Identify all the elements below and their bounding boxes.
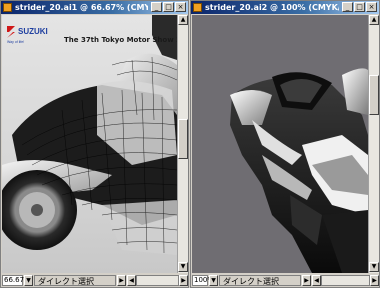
artboard-canvas[interactable]: SUZUKI Way of life! The 37th Tokyo Motor… [2, 15, 177, 273]
current-tool-label[interactable]: ダイレクト選択 [34, 275, 116, 286]
minimize-button[interactable]: _ [151, 2, 162, 12]
scroll-thumb[interactable] [178, 119, 188, 159]
zoom-dropdown-icon[interactable]: ▼ [24, 275, 33, 286]
status-menu-icon[interactable]: ▶ [117, 275, 126, 286]
suzuki-s-icon: SUZUKI Way of life! [7, 26, 48, 44]
motorcycle-wireframe-artwork [2, 15, 177, 255]
title-bar[interactable]: strider_20.ai2 @ 100% (CMYK/プレビュー... _ □… [191, 1, 379, 14]
scroll-up-icon[interactable]: ▲ [369, 15, 379, 25]
status-menu-icon[interactable]: ▶ [302, 275, 311, 286]
logo-tagline: Way of life! [7, 40, 24, 44]
logo-brand: SUZUKI [18, 27, 48, 36]
document-window-outline: strider_20.ai1 @ 66.67% (CMYK/アウトライ... _… [0, 0, 189, 288]
scroll-right-icon[interactable]: ▶ [370, 275, 379, 286]
horizontal-scrollbar[interactable] [136, 275, 179, 286]
illustrator-doc-icon [3, 3, 12, 12]
zoom-field[interactable]: 66.67% [2, 275, 31, 286]
horizontal-scrollbar[interactable] [321, 275, 370, 286]
artboard-canvas[interactable] [192, 15, 368, 273]
scroll-up-icon[interactable]: ▲ [178, 15, 188, 25]
scroll-down-icon[interactable]: ▼ [369, 262, 379, 272]
status-bar: 100% ▼ ダイレクト選択 ▶ ◀ ▶ [191, 274, 379, 287]
vertical-scrollbar[interactable]: ▲ ▼ [177, 15, 188, 273]
close-button[interactable]: × [175, 2, 186, 12]
current-tool-label[interactable]: ダイレクト選択 [219, 275, 301, 286]
close-button[interactable]: × [366, 2, 377, 12]
zoom-field[interactable]: 100% [192, 275, 214, 286]
suzuki-logo: SUZUKI Way of life! [5, 24, 55, 50]
zoom-dropdown-icon[interactable]: ▼ [209, 275, 218, 286]
maximize-button[interactable]: □ [163, 2, 174, 12]
status-bar: 66.67% ▼ ダイレクト選択 ▶ ◀ ▶ [1, 274, 188, 287]
window-title: strider_20.ai1 @ 66.67% (CMYK/アウトライ... [15, 3, 148, 12]
scroll-down-icon[interactable]: ▼ [178, 262, 188, 272]
title-bar[interactable]: strider_20.ai1 @ 66.67% (CMYK/アウトライ... _… [1, 1, 188, 14]
document-window-preview: strider_20.ai2 @ 100% (CMYK/プレビュー... _ □… [190, 0, 380, 288]
illustrator-doc-icon [193, 3, 202, 12]
motorcycle-closeup-artwork [230, 68, 368, 273]
scroll-left-icon[interactable]: ◀ [127, 275, 136, 286]
scroll-right-icon[interactable]: ▶ [179, 275, 188, 286]
show-title: The 37th Tokyo Motor Show 2003 [64, 36, 177, 44]
scroll-thumb[interactable] [369, 75, 379, 115]
scroll-left-icon[interactable]: ◀ [312, 275, 321, 286]
minimize-button[interactable]: _ [342, 2, 353, 12]
maximize-button[interactable]: □ [354, 2, 365, 12]
vertical-scrollbar[interactable]: ▲ ▼ [368, 15, 379, 273]
window-title: strider_20.ai2 @ 100% (CMYK/プレビュー... [205, 3, 339, 12]
